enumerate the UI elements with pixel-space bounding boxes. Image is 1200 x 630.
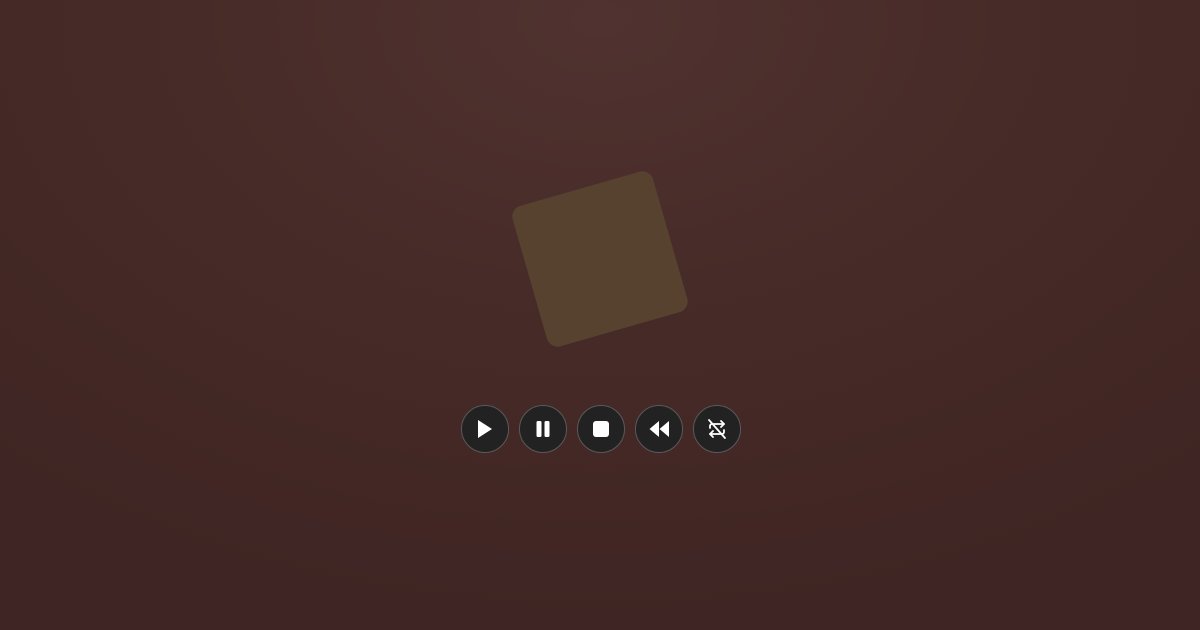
play-icon — [474, 418, 496, 440]
stop-icon — [590, 418, 612, 440]
playback-controls — [461, 405, 741, 453]
rewind-icon — [648, 418, 670, 440]
pause-icon — [532, 418, 554, 440]
animated-square — [509, 168, 691, 350]
repeat-button[interactable] — [693, 405, 741, 453]
pause-button[interactable] — [519, 405, 567, 453]
play-button[interactable] — [461, 405, 509, 453]
animation-stage — [0, 0, 1200, 630]
rewind-button[interactable] — [635, 405, 683, 453]
repeat-icon — [706, 418, 728, 440]
stop-button[interactable] — [577, 405, 625, 453]
